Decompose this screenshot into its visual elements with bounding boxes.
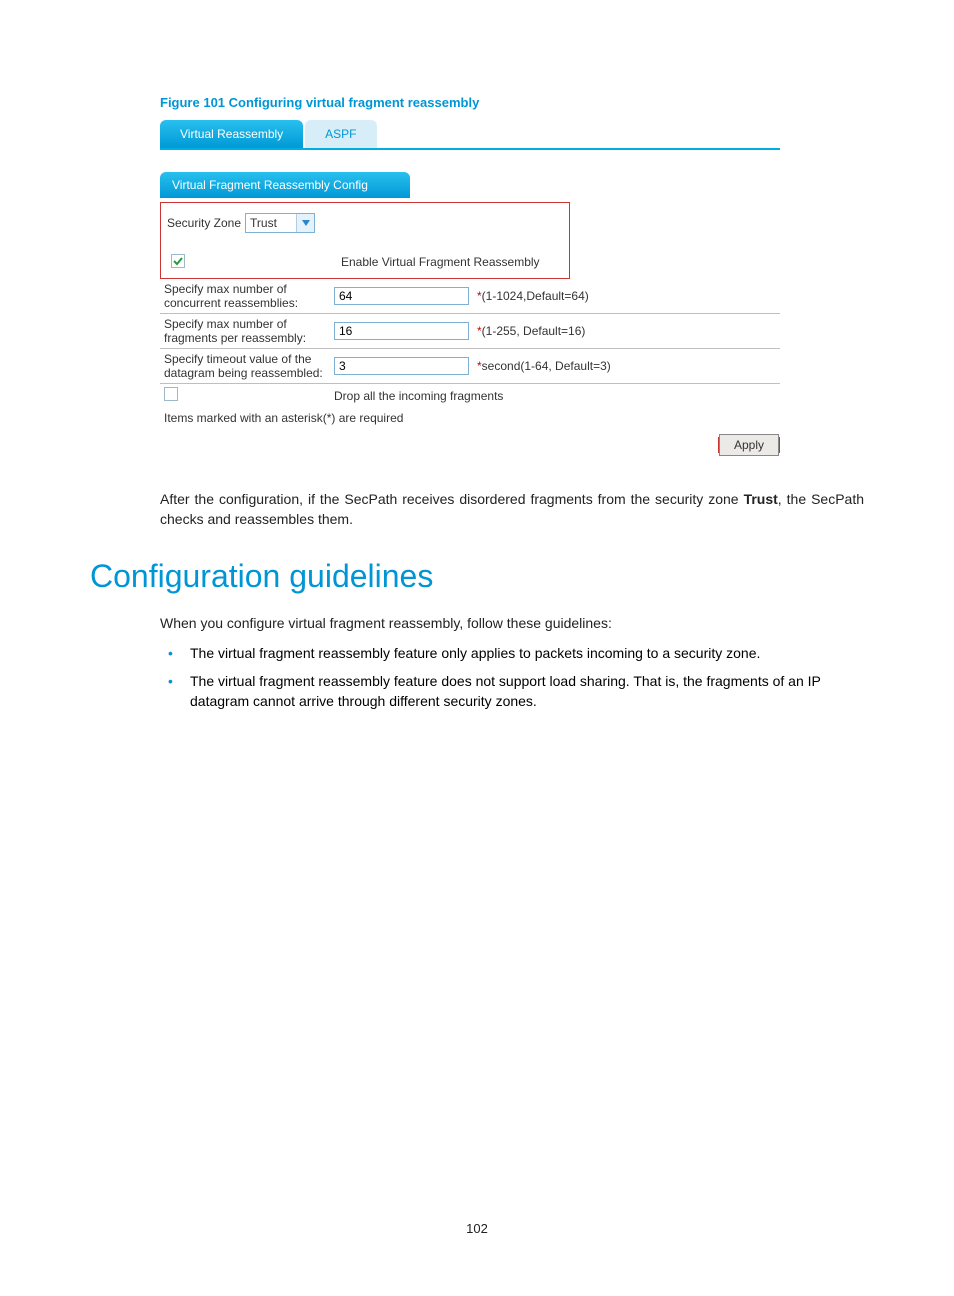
page-number: 102 bbox=[0, 1221, 954, 1236]
paragraph-after-config: After the configuration, if the SecPath … bbox=[160, 489, 864, 530]
security-zone-value: Trust bbox=[246, 216, 296, 230]
security-zone-label: Security Zone bbox=[167, 216, 241, 230]
para1-pre: After the configuration, if the SecPath … bbox=[160, 491, 744, 507]
list-item: • The virtual fragment reassembly featur… bbox=[160, 671, 864, 712]
bullet1-text: The virtual fragment reassembly feature … bbox=[190, 643, 760, 663]
row1-label: Specify max number of concurrent reassem… bbox=[160, 279, 330, 314]
drop-label: Drop all the incoming fragments bbox=[330, 384, 780, 408]
max-concurrent-input[interactable] bbox=[334, 287, 469, 305]
security-zone-row: Security Zone Trust bbox=[167, 213, 563, 233]
tab-row: Virtual Reassembly ASPF bbox=[160, 120, 780, 150]
bullet-list: • The virtual fragment reassembly featur… bbox=[160, 643, 864, 712]
apply-row: Apply bbox=[160, 437, 780, 453]
apply-highlight: Apply bbox=[718, 437, 780, 453]
table-row: Specify timeout value of the datagram be… bbox=[160, 349, 780, 384]
config-inner-table: Enable Virtual Fragment Reassembly bbox=[167, 251, 563, 272]
section-header: Virtual Fragment Reassembly Config bbox=[160, 172, 410, 198]
config-table: Specify max number of concurrent reassem… bbox=[160, 279, 780, 407]
apply-button[interactable]: Apply bbox=[719, 434, 779, 456]
max-fragments-input[interactable] bbox=[334, 322, 469, 340]
row3-label: Specify timeout value of the datagram be… bbox=[160, 349, 330, 384]
row2-label: Specify max number of fragments per reas… bbox=[160, 314, 330, 349]
drop-checkbox[interactable] bbox=[164, 387, 178, 401]
enable-label: Enable Virtual Fragment Reassembly bbox=[337, 251, 563, 272]
enable-checkbox[interactable] bbox=[171, 254, 185, 268]
bullet2-text: The virtual fragment reassembly feature … bbox=[190, 671, 864, 712]
table-row: Specify max number of fragments per reas… bbox=[160, 314, 780, 349]
para1-bold: Trust bbox=[744, 491, 778, 507]
figure-caption: Figure 101 Configuring virtual fragment … bbox=[160, 95, 864, 110]
timeout-input[interactable] bbox=[334, 357, 469, 375]
table-row: Specify max number of concurrent reassem… bbox=[160, 279, 780, 314]
config-highlight-box: Security Zone Trust Enable Virtual Fragm… bbox=[160, 202, 570, 279]
row2-hint: (1-255, Default=16) bbox=[482, 324, 586, 338]
bullet-icon: • bbox=[160, 643, 190, 663]
guidelines-intro: When you configure virtual fragment reas… bbox=[160, 613, 864, 633]
chevron-down-icon bbox=[296, 214, 314, 232]
list-item: • The virtual fragment reassembly featur… bbox=[160, 643, 864, 663]
row3-hint: second(1-64, Default=3) bbox=[482, 359, 611, 373]
screenshot-panel: Virtual Reassembly ASPF Virtual Fragment… bbox=[160, 120, 780, 453]
tab-virtual-reassembly[interactable]: Virtual Reassembly bbox=[160, 120, 303, 148]
table-row: Drop all the incoming fragments bbox=[160, 384, 780, 408]
bullet-icon: • bbox=[160, 671, 190, 712]
row1-hint: (1-1024,Default=64) bbox=[482, 289, 589, 303]
required-note: Items marked with an asterisk(*) are req… bbox=[160, 407, 780, 425]
heading-guidelines: Configuration guidelines bbox=[90, 558, 864, 595]
tab-aspf[interactable]: ASPF bbox=[305, 120, 376, 148]
security-zone-select[interactable]: Trust bbox=[245, 213, 315, 233]
